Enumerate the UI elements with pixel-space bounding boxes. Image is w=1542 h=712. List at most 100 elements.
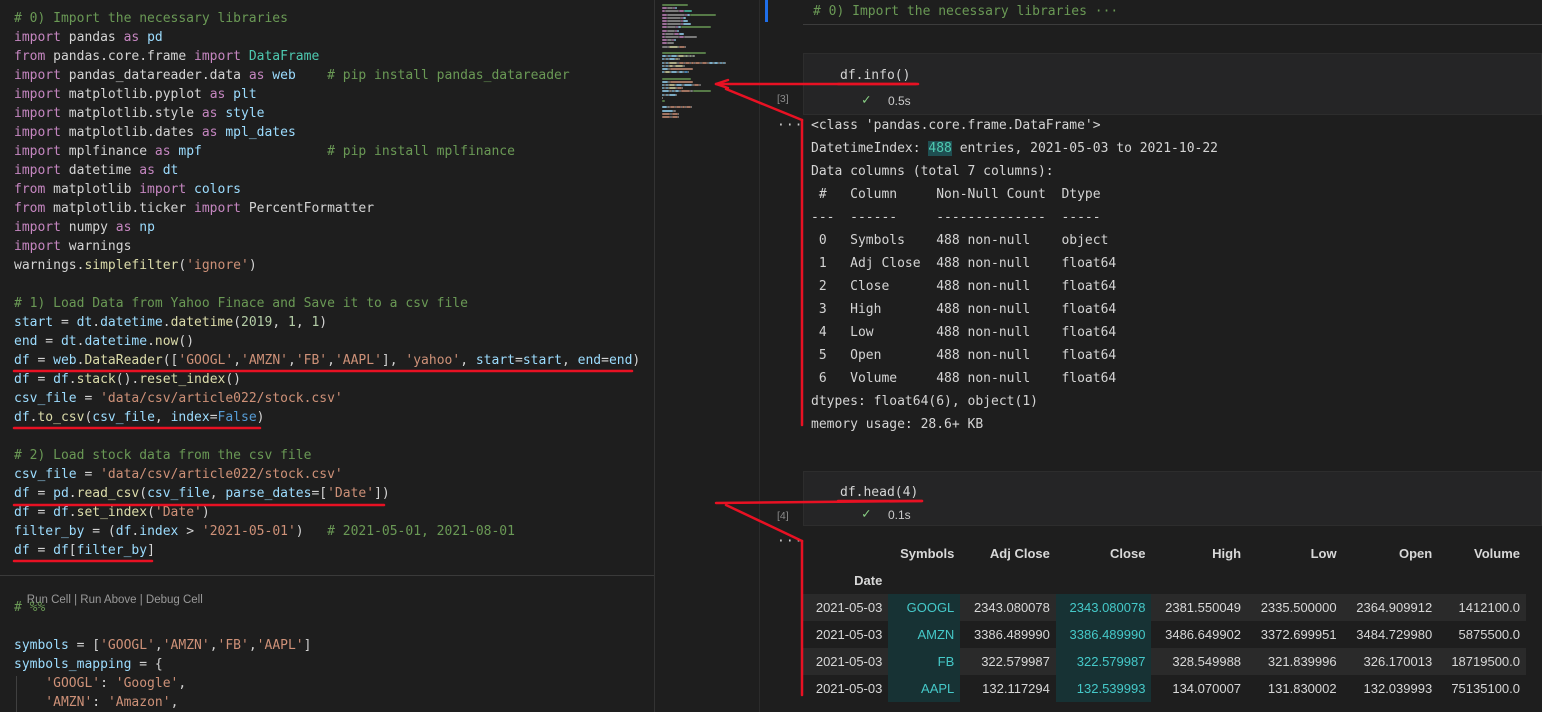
code-line[interactable]: # 2) Load stock data from the csv file: [14, 446, 311, 465]
code-line[interactable]: symbols = ['GOOGL','AMZN','FB','AAPL']: [14, 636, 311, 655]
code-line[interactable]: df.to_csv(csv_file, index=False): [14, 408, 265, 427]
table-index-row: Date: [803, 567, 1526, 594]
info-output-line: 2 Close 488 non-null float64: [811, 279, 1117, 294]
minimap-token: [670, 80, 693, 83]
info-text: DatetimeIndex:: [811, 141, 929, 156]
code-token: datetime: [84, 334, 148, 349]
code-token: import: [139, 182, 187, 197]
minimap[interactable]: [656, 0, 760, 712]
table-row: 2021-05-03 FB 322.579987 322.579987 328.5499…: [803, 648, 1526, 675]
code-line[interactable]: df = pd.read_csv(csv_file, parse_dates=[…: [14, 484, 390, 503]
code-token: =: [29, 505, 54, 520]
code-token: df: [53, 543, 69, 558]
code-token: 'data/csv/article022/stock.csv': [100, 391, 343, 406]
code-line[interactable]: # %%: [14, 598, 45, 617]
code-line[interactable]: 'GOOGL': 'Google',: [14, 674, 186, 693]
code-line[interactable]: start = dt.datetime.datetime(2019, 1, 1): [14, 313, 327, 332]
minimap-token: [665, 36, 679, 38]
info-output-line: --- ------ -------------- -----: [811, 210, 1117, 225]
code-line[interactable]: end = dt.datetime.now(): [14, 332, 194, 351]
code-line[interactable]: df = web.DataReader(['GOOGL','AMZN','FB'…: [14, 351, 640, 370]
cell-code-info[interactable]: df.info(): [840, 66, 910, 85]
minimap-token: [662, 90, 669, 93]
code-token: .: [92, 315, 101, 330]
code-line[interactable]: import datetime as dt: [14, 161, 178, 180]
code-token: as: [248, 68, 265, 83]
table-row: 2021-05-03 AAPL 132.117294 132.539993 134.07…: [803, 675, 1526, 702]
code-token: mpl_dates: [217, 125, 296, 140]
code-line[interactable]: import warnings: [14, 237, 131, 256]
info-output-line: dtypes: float64(6), object(1): [811, 394, 1038, 409]
column-header: Open: [1398, 546, 1433, 561]
minimap-token: [670, 68, 693, 70]
code-lens-text[interactable]: Run Cell | Run Above | Debug Cell: [27, 594, 203, 606]
code-token: 'AMZN': [162, 638, 210, 653]
code-line[interactable]: import matplotlib.pyplot as plt: [14, 85, 257, 104]
code-token: start: [14, 315, 54, 330]
code-token: csv_file: [14, 467, 77, 482]
code-token: symbols: [14, 638, 69, 653]
code-token: ,: [170, 695, 179, 710]
input-cell-head[interactable]: df.head(4) ✓ 0.1s: [803, 471, 1542, 526]
output-menu-icon[interactable]: ···: [777, 534, 803, 549]
code-token: (: [147, 505, 155, 520]
column-header: Low: [1310, 546, 1337, 561]
code-token: import: [14, 125, 61, 140]
info-output-line: 6 Volume 488 non-null float64: [811, 371, 1117, 386]
code-lens[interactable]: Run Cell | Run Above | Debug Cell: [14, 582, 203, 606]
code-token: pandas: [60, 30, 124, 45]
minimap-token: [677, 29, 679, 32]
info-output-line: 5 Open 488 non-null float64: [811, 348, 1117, 363]
minimap-token: [674, 39, 676, 42]
code-line[interactable]: import mplfinance as mpf # pip install m…: [14, 142, 515, 161]
code-line[interactable]: df = df[filter_by]: [14, 541, 155, 560]
code-token: = (: [84, 524, 116, 539]
code-line[interactable]: import pandas_datareader.data as web # p…: [14, 66, 570, 85]
code-line[interactable]: import pandas as pd: [14, 28, 163, 47]
code-line[interactable]: from matplotlib.ticker import PercentFor…: [14, 199, 374, 218]
minimap-token: [693, 90, 711, 93]
code-token: =: [209, 410, 218, 425]
code-line[interactable]: symbols_mapping = {: [14, 655, 163, 674]
highlighted-count: 488: [928, 141, 952, 156]
active-cell-indicator: [765, 0, 768, 22]
code-line[interactable]: from matplotlib import colors: [14, 180, 241, 199]
code-line[interactable]: csv_file = 'data/csv/article022/stock.cs…: [14, 465, 343, 484]
minimap-token: [662, 52, 706, 54]
code-line[interactable]: import numpy as np: [14, 218, 155, 237]
code-token: 'ignore': [186, 258, 249, 273]
code-line[interactable]: from pandas.core.frame import DataFrame: [14, 47, 319, 66]
input-cell-info[interactable]: df.info() ✓ 0.5s: [803, 53, 1542, 115]
code-token: # 0) Import the necessary libraries: [14, 11, 288, 26]
code-token: 'AAPL': [334, 353, 382, 368]
code-line[interactable]: filter_by = (df.index > '2021-05-01') # …: [14, 522, 515, 541]
notebook-panel[interactable]: # 0) Import the necessary libraries ··· …: [761, 0, 1542, 712]
output-menu-icon[interactable]: ···: [777, 118, 803, 133]
code-line[interactable]: # 0) Import the necessary libraries: [14, 9, 288, 28]
code-token: index: [139, 524, 179, 539]
code-line[interactable]: import matplotlib.style as style: [14, 104, 264, 123]
markdown-cell-collapsed[interactable]: # 0) Import the necessary libraries ···: [813, 2, 1118, 21]
table-cell: 5875500.0: [1438, 621, 1526, 648]
code-line[interactable]: warnings.simplefilter('ignore'): [14, 256, 257, 275]
code-token: 'GOOGL': [100, 638, 155, 653]
code-token: plt: [225, 87, 257, 102]
code-line[interactable]: # 1) Load Data from Yahoo Finace and Sav…: [14, 294, 468, 313]
code-token: .: [162, 315, 171, 330]
code-token: as: [123, 30, 140, 45]
cell-code-head[interactable]: df.head(4): [840, 483, 918, 502]
minimap-token: [662, 116, 670, 118]
code-line[interactable]: csv_file = 'data/csv/article022/stock.cs…: [14, 389, 343, 408]
code-token: import: [14, 106, 61, 121]
code-line[interactable]: df = df.stack().reset_index(): [14, 370, 241, 389]
code-editor[interactable]: # 0) Import the necessary libraries impor…: [0, 0, 655, 712]
code-token: ,: [178, 676, 187, 691]
minimap-token: [669, 87, 676, 90]
code-line[interactable]: df = df.set_index('Date'): [14, 503, 210, 522]
code-token: to_csv: [37, 410, 85, 425]
code-line[interactable]: import matplotlib.dates as mpl_dates: [14, 123, 296, 142]
code-token: df: [14, 353, 30, 368]
code-token: =: [53, 315, 77, 330]
minimap-token: [681, 26, 711, 29]
code-line[interactable]: 'AMZN': 'Amazon',: [14, 693, 178, 712]
